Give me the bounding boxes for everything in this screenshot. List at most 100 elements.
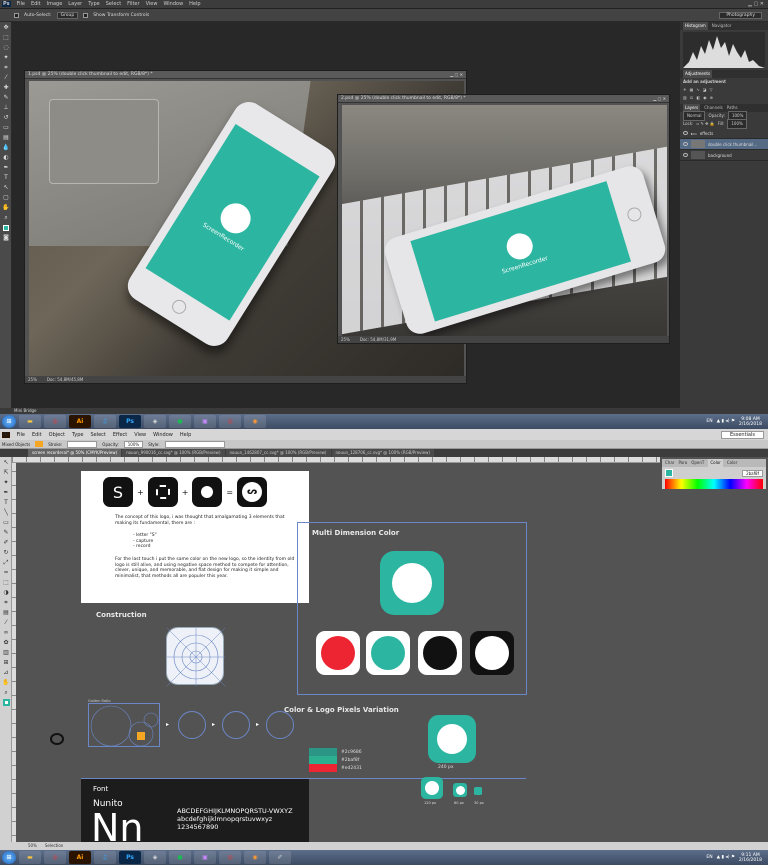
wand-icon[interactable]: ✦ xyxy=(1,478,11,487)
lang-indicator[interactable]: EN xyxy=(706,419,712,424)
itunes-icon[interactable]: ♫ xyxy=(94,851,116,864)
eye-icon[interactable] xyxy=(683,131,688,135)
crop-tool-icon[interactable]: ⌗ xyxy=(1,63,11,72)
auto-select-dropdown[interactable]: Group xyxy=(56,11,79,19)
quickmask-icon[interactable]: ◙ xyxy=(1,233,11,242)
lock-icons[interactable]: ▫ ✎ ✥ 🔒 xyxy=(696,120,714,128)
active-color-swatch[interactable] xyxy=(665,469,673,477)
menu-image[interactable]: Image xyxy=(47,1,63,7)
fill-stroke-icon[interactable] xyxy=(1,698,11,707)
menu-select[interactable]: Select xyxy=(106,1,121,7)
ai-tab-1[interactable]: screen recorderai* @ 50% (CMYK/Preview) xyxy=(28,449,122,457)
pen-icon[interactable]: ✒ xyxy=(1,488,11,497)
ai-menu-select[interactable]: Select xyxy=(90,432,105,438)
menu-window[interactable]: Window xyxy=(163,1,183,7)
app-icon[interactable]: ◈ xyxy=(144,415,166,428)
tab-char[interactable]: Char xyxy=(665,459,674,467)
zoom-icon[interactable]: ⌕ xyxy=(1,688,11,697)
warp-icon[interactable]: ≈ xyxy=(1,568,11,577)
tray-icons[interactable]: ▲ ▮ ◂) ⚑ xyxy=(717,419,735,424)
selection-tool-icon[interactable]: ↖ xyxy=(1,458,11,467)
window-controls[interactable]: ▁ ▢ ✕ xyxy=(748,1,764,7)
eye-icon[interactable] xyxy=(683,142,688,146)
tab-color[interactable]: Color xyxy=(708,459,723,467)
doc2-zoom[interactable]: 25% xyxy=(341,336,350,343)
menu-type[interactable]: Type xyxy=(88,1,99,7)
stroke-field[interactable]: ​ xyxy=(67,440,98,448)
tab-adjustments[interactable]: Adjustments xyxy=(683,70,713,78)
path-select-icon[interactable]: ↖ xyxy=(1,183,11,192)
menu-edit[interactable]: Edit xyxy=(31,1,41,7)
lang-indicator[interactable]: EN xyxy=(706,855,712,860)
hand-tool-icon[interactable]: ✋ xyxy=(1,203,11,212)
spotify-icon[interactable]: ● xyxy=(169,851,191,864)
eye-icon[interactable] xyxy=(683,153,688,157)
photoshop-icon[interactable]: Ps xyxy=(119,415,141,428)
blob-icon[interactable]: ✐ xyxy=(1,538,11,547)
ai-tab-3[interactable]: nouun_1462807_cc.svg* @ 100% (RGB/Previe… xyxy=(225,449,331,457)
rect-icon[interactable]: ▭ xyxy=(1,518,11,527)
start-button-icon[interactable]: ⊞ xyxy=(2,415,16,428)
photo-filter-icon[interactable]: ◉ xyxy=(703,94,707,102)
tab-histogram[interactable]: Histogram xyxy=(683,22,708,30)
hue-icon[interactable]: ▥ xyxy=(683,94,687,102)
zoom-tool-icon[interactable]: ⌕ xyxy=(1,213,11,222)
move-tool-icon[interactable]: ✥ xyxy=(1,23,11,32)
history-brush-icon[interactable]: ↺ xyxy=(1,113,11,122)
type-tool-icon[interactable]: T xyxy=(1,173,11,182)
clock[interactable]: 9:08 AM 2/16/2018 xyxy=(739,417,762,427)
chrome-icon[interactable]: ◎ xyxy=(44,851,66,864)
app2-icon[interactable]: ▣ xyxy=(194,851,216,864)
doc2-window-controls[interactable]: ▁ ▢ ✕ xyxy=(653,96,666,101)
photoshop-icon[interactable]: Ps xyxy=(119,851,141,864)
graph-icon[interactable]: ▥ xyxy=(1,648,11,657)
ai-workspace-dropdown[interactable]: Essentials xyxy=(720,430,764,439)
recorder-icon[interactable]: ◉ xyxy=(244,851,266,864)
marquee-tool-icon[interactable]: ⬚ xyxy=(1,33,11,42)
blend-icon[interactable]: ∞ xyxy=(1,628,11,637)
rotate-icon[interactable]: ↻ xyxy=(1,548,11,557)
explorer-icon[interactable]: ▬ xyxy=(19,851,41,864)
stamp-tool-icon[interactable]: ⊥ xyxy=(1,103,11,112)
color-spectrum[interactable] xyxy=(665,479,763,489)
brush-tool-icon[interactable]: ✎ xyxy=(1,93,11,102)
curves-icon[interactable]: ∿ xyxy=(696,86,699,94)
mesh-icon[interactable]: ⌗ xyxy=(1,598,11,607)
layer-effects[interactable]: ▸▭ effects xyxy=(680,128,768,139)
pen-tool-icon[interactable]: ✒ xyxy=(1,163,11,172)
dodge-tool-icon[interactable]: ◐ xyxy=(1,153,11,162)
ai-menu-window[interactable]: Window xyxy=(153,432,173,438)
scale-icon[interactable]: ⤢ xyxy=(1,558,11,567)
shape-builder-icon[interactable]: ◑ xyxy=(1,588,11,597)
heal-tool-icon[interactable]: ✚ xyxy=(1,83,11,92)
ai-status-mode[interactable]: Selection xyxy=(45,842,63,850)
gradient-icon[interactable]: ▤ xyxy=(1,608,11,617)
type-icon[interactable]: T xyxy=(1,498,11,507)
explorer-icon[interactable]: ▬ xyxy=(19,415,41,428)
layer-background[interactable]: background xyxy=(680,150,768,161)
ai-tab-2[interactable]: nouun_990016_cc.svg* @ 100% (RGB/Preview… xyxy=(122,449,225,457)
ai-menu-object[interactable]: Object xyxy=(49,432,65,438)
spotify-icon[interactable]: ● xyxy=(169,415,191,428)
ai-menu-type[interactable]: Type xyxy=(72,432,83,438)
brush-icon[interactable]: ✎ xyxy=(1,528,11,537)
lasso-tool-icon[interactable]: ◌ xyxy=(1,43,11,52)
artboard-icon[interactable]: ⊞ xyxy=(1,658,11,667)
eyedropper-icon[interactable]: ⁄ xyxy=(1,618,11,627)
shape-tool-icon[interactable]: ▢ xyxy=(1,193,11,202)
levels-icon[interactable]: ▦ xyxy=(690,86,694,94)
auto-select-checkbox[interactable] xyxy=(14,12,19,18)
tab-opentype[interactable]: OpenT xyxy=(691,459,704,467)
start-button-icon[interactable]: ⊞ xyxy=(2,851,16,864)
direct-select-icon[interactable]: ⇱ xyxy=(1,468,11,477)
opacity-field[interactable]: 100% xyxy=(123,440,144,448)
swatch[interactable] xyxy=(309,756,337,764)
illustrator-icon[interactable]: Ai xyxy=(69,415,91,428)
fill-field[interactable]: 100% xyxy=(727,119,747,129)
tray-icons[interactable]: ▲ ▮ ◂) ⚑ xyxy=(717,855,735,860)
illustrator-icon[interactable]: Ai xyxy=(69,851,91,864)
tab-channels[interactable]: Channels xyxy=(704,104,723,112)
menu-file[interactable]: File xyxy=(17,1,25,7)
wand-tool-icon[interactable]: ✦ xyxy=(1,53,11,62)
artboard-concept[interactable]: S + + = ᔕ The concept of this logo, i wa… xyxy=(81,471,309,603)
